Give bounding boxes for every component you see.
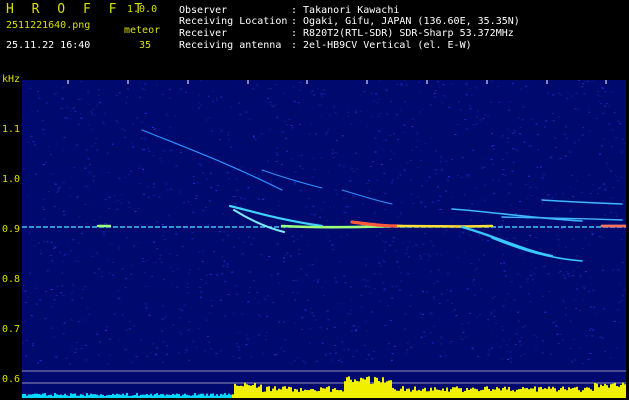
noise-layer (22, 80, 626, 365)
meteor-echo (261, 169, 323, 189)
y-tick-label: 1.1 (2, 124, 21, 135)
meteor-echo-layer (96, 129, 626, 262)
detect-label: meteor (124, 25, 161, 36)
observer-label: Observer (179, 5, 228, 16)
y-tick-label: 0.6 (2, 374, 21, 385)
spectrogram-canvas (22, 80, 626, 398)
meteor-echo (460, 225, 554, 258)
app-version: 1.0.0 (127, 4, 158, 15)
datetime: 25.11.22 16:40 (6, 40, 91, 51)
receiver-value: : R820T2(RTL-SDR) SDR-Sharp 53.372MHz (291, 28, 514, 39)
meteor-echo (341, 189, 393, 205)
y-tick-label: 1.0 (2, 174, 21, 185)
y-tick-label: 0.8 (2, 274, 21, 285)
y-tick-label: 0.9 (2, 224, 21, 235)
antenna-value: : 2el-HB9CV Vertical (el. E-W) (291, 40, 472, 51)
antenna-label: Receiving antenna (179, 40, 282, 51)
location-label: Receiving Location (179, 16, 288, 27)
meteor-echo (541, 199, 623, 205)
file-name: 2511221640.png (6, 20, 91, 31)
y-tick-label: 0.7 (2, 324, 21, 335)
location-value: : Ogaki, Gifu, JAPAN (136.60E, 35.35N) (291, 16, 520, 27)
observer-value: : Takanori Kawachi (291, 5, 400, 16)
spectrogram-plot (22, 80, 626, 398)
x-tick-marks (67, 80, 607, 84)
signal-level-bars (22, 376, 626, 398)
meteor-echo (451, 208, 583, 222)
hrofft-window: H R O F F T 1.0.0 2511221640.png meteor … (0, 0, 629, 400)
meteor-echo (141, 129, 283, 191)
y-unit-label: kHz (2, 74, 21, 85)
app-title: H R O F F T (6, 2, 148, 17)
detect-count: 35 (139, 40, 152, 51)
receiver-label: Receiver (179, 28, 228, 39)
